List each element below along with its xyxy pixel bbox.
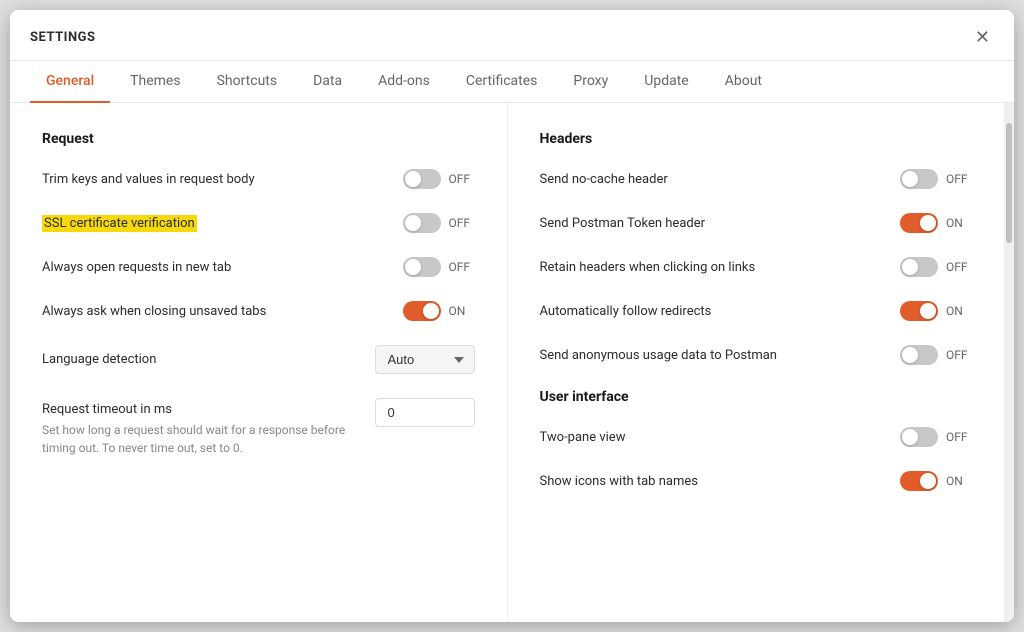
usage-data-label: Send anonymous usage data to Postman	[540, 348, 901, 363]
setting-no-cache: Send no-cache header OFF	[540, 169, 973, 189]
ask-closing-knob	[423, 303, 439, 319]
postman-token-knob	[920, 215, 936, 231]
usage-data-toggle-group: OFF	[900, 345, 972, 365]
ssl-toggle-group: OFF	[403, 213, 475, 233]
setting-usage-data: Send anonymous usage data to Postman OFF	[540, 345, 973, 365]
tab-general[interactable]: General	[30, 61, 110, 103]
title-bar: SETTINGS ✕	[10, 10, 1014, 61]
setting-ssl-verification: SSL certificate verification OFF	[42, 213, 475, 233]
trim-keys-toggle[interactable]	[403, 169, 441, 189]
two-pane-toggle-group: OFF	[900, 427, 972, 447]
tab-addons[interactable]: Add-ons	[362, 61, 446, 103]
retain-headers-toggle[interactable]	[900, 257, 938, 277]
show-icons-toggle-group: ON	[900, 471, 972, 491]
request-timeout-label: Request timeout in ms	[42, 402, 188, 417]
usage-data-toggle[interactable]	[900, 345, 938, 365]
trim-keys-toggle-group: OFF	[403, 169, 475, 189]
postman-token-toggle[interactable]	[900, 213, 938, 233]
language-detection-dropdown[interactable]: Auto Manual	[375, 345, 475, 374]
open-new-tab-toggle-label: OFF	[449, 260, 475, 274]
settings-area: Request Trim keys and values in request …	[10, 103, 1014, 622]
tab-data[interactable]: Data	[297, 61, 358, 103]
two-pane-label: Two-pane view	[540, 430, 901, 445]
no-cache-toggle[interactable]	[900, 169, 938, 189]
setting-two-pane: Two-pane view OFF	[540, 427, 973, 447]
scrollbar-thumb[interactable]	[1006, 123, 1012, 243]
ssl-toggle[interactable]	[403, 213, 441, 233]
setting-language-detection: Language detection Auto Manual	[42, 345, 475, 374]
retain-headers-label: Retain headers when clicking on links	[540, 260, 901, 275]
request-section-title: Request	[42, 131, 475, 147]
no-cache-toggle-label: OFF	[946, 172, 972, 186]
right-column: Headers Send no-cache header OFF Send Po…	[508, 103, 1005, 622]
show-icons-toggle-label: ON	[946, 474, 972, 488]
ask-closing-toggle-label: ON	[449, 304, 475, 318]
tab-update[interactable]: Update	[628, 61, 704, 103]
setting-postman-token: Send Postman Token header ON	[540, 213, 973, 233]
request-timeout-input[interactable]	[375, 398, 475, 427]
follow-redirects-label: Automatically follow redirects	[540, 304, 901, 319]
setting-open-new-tab: Always open requests in new tab OFF	[42, 257, 475, 277]
show-icons-knob	[920, 473, 936, 489]
scrollbar-track[interactable]	[1004, 103, 1014, 622]
open-new-tab-toggle-group: OFF	[403, 257, 475, 277]
trim-keys-label: Trim keys and values in request body	[42, 172, 403, 187]
follow-redirects-toggle[interactable]	[900, 301, 938, 321]
tab-shortcuts[interactable]: Shortcuts	[201, 61, 294, 103]
ask-closing-toggle-group: ON	[403, 301, 475, 321]
postman-token-label: Send Postman Token header	[540, 216, 901, 231]
postman-token-toggle-group: ON	[900, 213, 972, 233]
open-new-tab-label: Always open requests in new tab	[42, 260, 403, 275]
headers-section-title: Headers	[540, 131, 973, 147]
open-new-tab-knob	[405, 259, 421, 275]
postman-token-toggle-label: ON	[946, 216, 972, 230]
ask-closing-toggle[interactable]	[403, 301, 441, 321]
no-cache-label: Send no-cache header	[540, 172, 901, 187]
ask-closing-label: Always ask when closing unsaved tabs	[42, 304, 403, 319]
tab-themes[interactable]: Themes	[114, 61, 196, 103]
left-column: Request Trim keys and values in request …	[10, 103, 508, 622]
usage-data-toggle-label: OFF	[946, 348, 972, 362]
show-icons-toggle[interactable]	[900, 471, 938, 491]
no-cache-knob	[902, 171, 918, 187]
tab-certificates[interactable]: Certificates	[450, 61, 554, 103]
two-pane-knob	[902, 429, 918, 445]
setting-request-timeout: Request timeout in ms Set how long a req…	[42, 398, 475, 457]
no-cache-toggle-group: OFF	[900, 169, 972, 189]
usage-data-knob	[902, 347, 918, 363]
request-timeout-label-wrapper: Request timeout in ms Set how long a req…	[42, 398, 375, 457]
follow-redirects-toggle-label: ON	[946, 304, 972, 318]
setting-show-icons: Show icons with tab names ON	[540, 471, 973, 491]
ssl-toggle-label: OFF	[449, 216, 475, 230]
setting-retain-headers: Retain headers when clicking on links OF…	[540, 257, 973, 277]
setting-ask-closing: Always ask when closing unsaved tabs ON	[42, 301, 475, 321]
language-detection-label: Language detection	[42, 352, 375, 367]
ssl-knob	[405, 215, 421, 231]
follow-redirects-knob	[920, 303, 936, 319]
trim-keys-knob	[405, 171, 421, 187]
open-new-tab-toggle[interactable]	[403, 257, 441, 277]
show-icons-label: Show icons with tab names	[540, 474, 901, 489]
tab-about[interactable]: About	[709, 61, 778, 103]
two-pane-toggle[interactable]	[900, 427, 938, 447]
settings-window: SETTINGS ✕ General Themes Shortcuts Data…	[10, 10, 1014, 622]
tab-proxy[interactable]: Proxy	[557, 61, 624, 103]
ssl-label: SSL certificate verification	[42, 216, 403, 231]
setting-trim-keys: Trim keys and values in request body OFF	[42, 169, 475, 189]
setting-follow-redirects: Automatically follow redirects ON	[540, 301, 973, 321]
request-timeout-sublabel: Set how long a request should wait for a…	[42, 421, 359, 457]
follow-redirects-toggle-group: ON	[900, 301, 972, 321]
retain-headers-toggle-label: OFF	[946, 260, 972, 274]
tabs-bar: General Themes Shortcuts Data Add-ons Ce…	[10, 61, 1014, 103]
trim-keys-toggle-label: OFF	[449, 172, 475, 186]
two-pane-toggle-label: OFF	[946, 430, 972, 444]
window-title: SETTINGS	[30, 30, 96, 45]
retain-headers-knob	[902, 259, 918, 275]
ui-section-title: User interface	[540, 389, 973, 405]
retain-headers-toggle-group: OFF	[900, 257, 972, 277]
close-button[interactable]: ✕	[971, 26, 994, 48]
main-content: Request Trim keys and values in request …	[10, 103, 1014, 622]
